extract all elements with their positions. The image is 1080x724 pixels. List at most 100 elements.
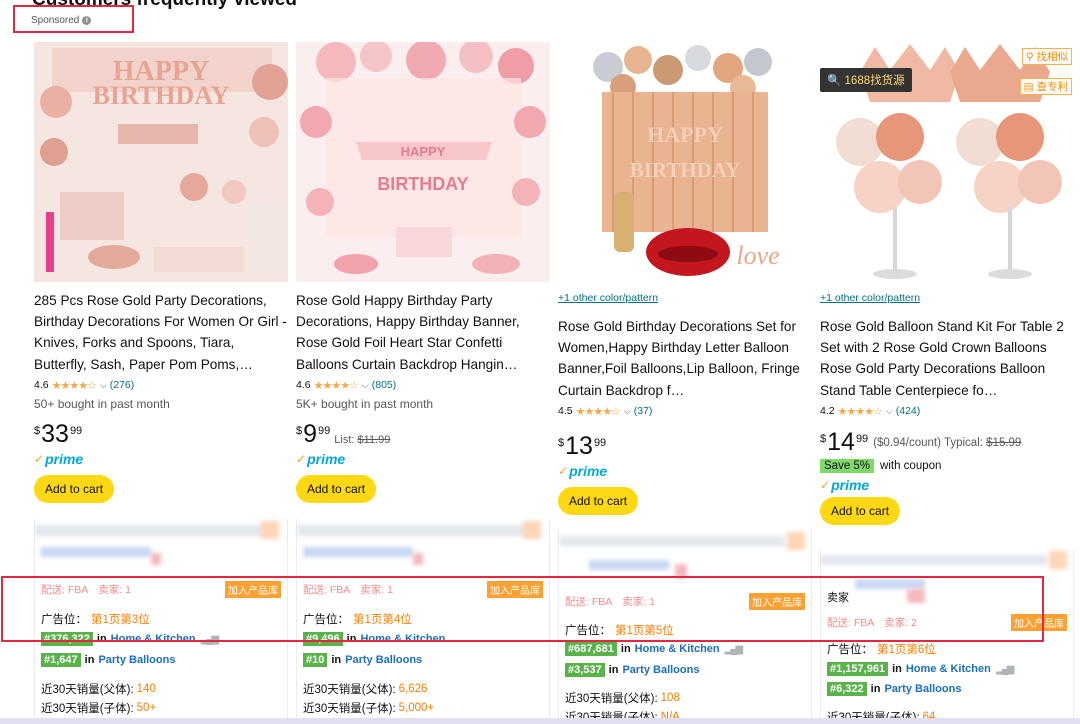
price[interactable]: $ 9 99 List: $11.99 — [296, 421, 550, 447]
color-pattern-link[interactable]: +1 other color/pattern — [558, 292, 812, 304]
sales-parent-label: 近30天销量(父体): — [565, 693, 658, 705]
coupon-row: Save 5% with coupon — [820, 459, 1074, 473]
sales-parent-value: 140 — [136, 683, 156, 695]
price-cents: 99 — [69, 425, 83, 437]
bottom-scroll-bar — [0, 718, 1080, 724]
star-rating-icon[interactable]: ★★★★☆ — [576, 405, 621, 418]
unit-price: ($0.94/count) Typical: $15.99 — [873, 437, 1021, 449]
ad-position-label: 广告位： — [827, 644, 873, 656]
typical-price-value: $15.99 — [986, 437, 1022, 449]
ad-position-value: 第1页第6位 — [877, 644, 936, 656]
rank-category-link[interactable]: Home & Kitchen — [906, 663, 991, 675]
product-image[interactable]: HAPPY BIRTHDAY — [34, 42, 288, 282]
rank-in-label: in — [608, 664, 619, 676]
find-source-button[interactable]: 🔍 1688找货源 — [820, 68, 912, 92]
review-count-link[interactable]: (276) — [110, 379, 135, 391]
price-dollars: 33 — [41, 420, 69, 448]
svg-text:BIRTHDAY: BIRTHDAY — [93, 81, 230, 110]
rank-in-label: in — [892, 663, 902, 675]
product-title[interactable]: Rose Gold Happy Birthday Party Decoratio… — [296, 290, 550, 375]
subcategory-rank: #10 — [303, 653, 328, 667]
product-title[interactable]: 285 Pcs Rose Gold Party Decorations, Bir… — [34, 290, 288, 375]
price-dollars: 9 — [303, 420, 318, 448]
price[interactable]: $ 14 99 ($0.94/count) Typical: $15.99 — [820, 429, 1074, 455]
rank-category-link[interactable]: Home & Kitchen — [635, 643, 720, 655]
prime-badge: ✓ prime — [296, 451, 550, 467]
price[interactable]: $ 13 99 — [558, 433, 812, 459]
svg-text:BIRTHDAY: BIRTHDAY — [630, 158, 741, 182]
product-title[interactable]: Rose Gold Balloon Stand Kit For Table 2 … — [820, 316, 1074, 401]
prime-check-icon: ✓ — [558, 464, 569, 478]
rating-row: 4.6 ★★★★☆ ⌵ (276) — [34, 377, 288, 393]
add-to-cart-button[interactable]: Add to cart — [820, 497, 901, 525]
sales-parent-value: 108 — [660, 692, 680, 704]
typical-label: Typical: — [943, 437, 983, 449]
price-currency: $ — [558, 437, 565, 449]
rating-value: 4.6 — [34, 379, 49, 391]
price-cents: 99 — [593, 437, 607, 449]
search-icon: ⚲ — [1025, 51, 1034, 63]
svg-text:HAPPY: HAPPY — [647, 122, 723, 147]
list-price-label: List: — [334, 434, 355, 446]
check-patent-label: 查专利 — [1036, 81, 1069, 93]
svg-text:HAPPY: HAPPY — [401, 144, 446, 159]
rating-row: 4.5 ★★★★☆ ⌵ (37) — [558, 403, 812, 419]
find-similar-button[interactable]: ⚲ 找相似 — [1021, 48, 1072, 65]
chevron-down-icon[interactable]: ⌵ — [362, 380, 369, 391]
prime-label: prime — [831, 477, 870, 493]
search-icon: 🔍 — [827, 75, 842, 87]
subcategory-link[interactable]: Party Balloons — [98, 654, 175, 666]
price-dollars: 14 — [827, 428, 855, 456]
add-to-cart-button[interactable]: Add to cart — [34, 475, 115, 503]
list-price-value: $11.99 — [357, 434, 391, 446]
bsr-rank: #687,681 — [565, 642, 617, 656]
prime-badge: ✓ prime — [34, 451, 288, 467]
sales-parent-value: 6,626 — [398, 683, 428, 695]
product-title[interactable]: Rose Gold Birthday Decorations Set for W… — [558, 316, 812, 401]
rating-value: 4.5 — [558, 405, 573, 417]
prime-check-icon: ✓ — [296, 452, 307, 466]
find-similar-label: 找相似 — [1036, 51, 1069, 63]
prime-label: prime — [307, 451, 346, 467]
color-pattern-link[interactable]: +1 other color/pattern — [820, 292, 1074, 304]
coupon-text: with coupon — [880, 460, 942, 472]
price-currency: $ — [820, 433, 827, 445]
check-patent-button[interactable]: ▤ 查专利 — [1019, 78, 1072, 95]
list-price: List: $11.99 — [334, 434, 390, 446]
product-image[interactable]: HAPPY BIRTHDAY love — [558, 42, 812, 282]
prime-check-icon: ✓ — [820, 478, 831, 492]
trend-chart-icon[interactable]: ▂▄▆ — [996, 664, 1015, 675]
star-rating-icon[interactable]: ★★★★☆ — [314, 379, 359, 392]
price[interactable]: $ 33 99 — [34, 421, 288, 447]
sales-child-value: 50+ — [136, 702, 157, 714]
unit-price-value: ($0.94/count) — [873, 437, 941, 449]
sales-child-value: 5,000+ — [398, 702, 435, 714]
chevron-down-icon[interactable]: ⌵ — [624, 406, 631, 417]
star-rating-icon[interactable]: ★★★★☆ — [52, 379, 97, 392]
star-rating-icon[interactable]: ★★★★☆ — [838, 405, 883, 418]
trend-chart-icon[interactable]: ▂▄▆ — [725, 644, 744, 655]
subcategory-link[interactable]: Party Balloons — [622, 664, 699, 676]
product-image[interactable]: 🔍 1688找货源 ⚲ 找相似 ▤ 查专利 — [820, 42, 1074, 282]
add-to-cart-button[interactable]: Add to cart — [558, 487, 639, 515]
chevron-down-icon[interactable]: ⌵ — [100, 380, 107, 391]
review-count-link[interactable]: (424) — [896, 405, 921, 417]
coupon-badge: Save 5% — [820, 459, 875, 473]
product-image[interactable]: HAPPY BIRTHDAY — [296, 42, 550, 282]
chevron-down-icon[interactable]: ⌵ — [886, 406, 893, 417]
review-count-link[interactable]: (37) — [634, 405, 653, 417]
subcategory-link[interactable]: Party Balloons — [884, 683, 961, 695]
price-cents: 99 — [855, 433, 869, 445]
rank-in-label: in — [620, 643, 631, 655]
review-count-link[interactable]: (805) — [372, 379, 397, 391]
sales-parent-label: 近30天销量(父体): — [303, 684, 396, 696]
find-source-label: 1688找货源 — [844, 75, 905, 87]
highlight-box-plugin — [1, 576, 1044, 642]
add-to-cart-button[interactable]: Add to cart — [296, 475, 377, 503]
bsr-rank: #1,157,961 — [827, 662, 889, 676]
prime-check-icon: ✓ — [34, 452, 45, 466]
subcategory-link[interactable]: Party Balloons — [345, 654, 422, 666]
prime-badge: ✓ prime — [558, 463, 812, 479]
prime-badge: ✓ prime — [820, 477, 1074, 493]
sales-parent-label: 近30天销量(父体): — [41, 684, 134, 696]
